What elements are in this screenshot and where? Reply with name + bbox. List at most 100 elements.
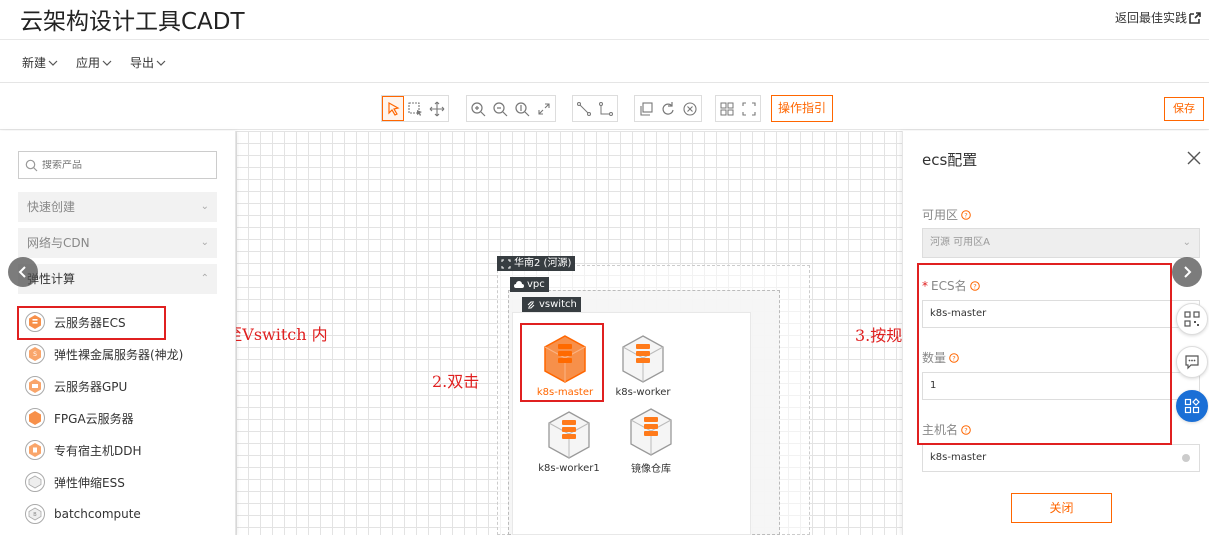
grid-icon <box>720 102 734 115</box>
category-network-cdn[interactable]: 网络与CDN ⌄ <box>18 228 217 258</box>
menu-apply[interactable]: 应用 <box>76 54 112 71</box>
apps-button[interactable] <box>1176 390 1208 422</box>
region-tag[interactable]: 华南2 (河源) <box>497 256 576 271</box>
rotate-icon <box>662 101 674 115</box>
fit-view-button[interactable] <box>533 96 555 121</box>
chevron-left-icon <box>18 266 26 278</box>
rotate-button[interactable] <box>657 96 679 121</box>
product-ddh[interactable]: 专有宿主机DDH <box>24 439 142 461</box>
pointer-tool-button[interactable] <box>382 96 404 121</box>
app-title: 云架构设计工具CADT <box>20 9 245 35</box>
copy-icon <box>640 101 653 116</box>
ecs-server-icon <box>622 335 664 383</box>
product-search-box[interactable] <box>18 151 217 179</box>
zoom-tool-group <box>466 95 556 122</box>
vswitch-tag[interactable]: vswitch <box>522 297 581 312</box>
svg-text:S: S <box>33 351 37 358</box>
vpc-label: vpc <box>527 279 545 290</box>
straight-line-button[interactable] <box>573 96 595 121</box>
ecs-node-k8s-worker[interactable]: k8s-worker <box>603 334 683 398</box>
category-elastic-compute[interactable]: 弹性计算 ⌃ <box>18 264 217 294</box>
clear-icon[interactable] <box>1182 454 1190 462</box>
qrcode-icon <box>1184 311 1200 327</box>
product-batchcompute[interactable]: B batchcompute <box>24 503 141 525</box>
category-quick-create[interactable]: 快速创建 ⌄ <box>18 192 217 222</box>
zone-label-text: 可用区 <box>922 208 959 222</box>
fpga-icon <box>25 408 45 428</box>
chevron-down-icon: ⌄ <box>1182 237 1191 248</box>
category-label: 网络与CDN <box>27 236 90 250</box>
copy-button[interactable] <box>635 96 657 121</box>
category-label: 快速创建 <box>27 200 76 214</box>
product-label: batchcompute <box>54 507 141 521</box>
product-bare-metal[interactable]: S 弹性裸金属服务器(神龙) <box>24 343 183 365</box>
chevron-down-icon <box>48 60 58 66</box>
edit-tool-group <box>634 95 702 122</box>
product-ess[interactable]: 弹性伸缩ESS <box>24 471 125 493</box>
fullscreen-button[interactable] <box>738 96 760 121</box>
grid-toggle-button[interactable] <box>716 96 738 121</box>
zoom-reset-button[interactable] <box>511 96 533 121</box>
hostname-value: k8s-master <box>930 452 987 463</box>
ess-icon <box>25 472 45 492</box>
expand-icon <box>538 102 550 115</box>
box-select-icon <box>408 101 422 116</box>
close-icon[interactable] <box>1186 150 1202 166</box>
save-button[interactable]: 保存 <box>1164 97 1204 121</box>
pan-tool-button[interactable] <box>426 96 448 121</box>
move-icon <box>429 101 445 116</box>
back-to-best-practice-link[interactable]: 返回最佳实践 <box>1115 9 1201 26</box>
product-label: 弹性裸金属服务器(神龙) <box>54 347 184 362</box>
zoom-out-button[interactable] <box>489 96 511 121</box>
chevron-right-icon <box>1184 266 1192 278</box>
zoom-in-button[interactable] <box>467 96 489 121</box>
product-search-input[interactable] <box>42 159 202 171</box>
connector-tool-group <box>572 95 618 122</box>
delete-button[interactable] <box>679 96 701 121</box>
hostname-input[interactable]: k8s-master <box>922 444 1200 472</box>
menu-export[interactable]: 导出 <box>130 54 166 71</box>
chat-icon <box>1185 355 1199 370</box>
product-fpga[interactable]: FPGA云服务器 <box>24 407 134 429</box>
zoom-in-icon <box>471 101 486 116</box>
zone-label: 可用区 ? <box>922 206 971 223</box>
product-gpu[interactable]: 云服务器GPU <box>24 375 127 397</box>
vpc-tag[interactable]: vpc <box>510 277 549 292</box>
fullscreen-icon <box>742 101 756 116</box>
highlight-config-fields <box>917 263 1172 445</box>
box-select-tool-button[interactable] <box>404 96 426 121</box>
help-icon: ? <box>961 209 971 220</box>
menu-export-label: 导出 <box>130 56 155 70</box>
straight-line-icon <box>577 101 591 116</box>
previous-slide-button[interactable] <box>8 257 38 287</box>
menu-new[interactable]: 新建 <box>22 54 58 71</box>
svg-text:?: ? <box>964 211 967 219</box>
close-panel-button[interactable]: 关闭 <box>1011 493 1112 523</box>
region-icon <box>501 259 511 268</box>
ecs-node-image-registry[interactable]: 镜像仓库 <box>611 407 691 475</box>
elbow-line-icon <box>599 101 613 116</box>
ecs-config-panel: ecs配置 可用区 ? 河源 可用区A ⌄ * ECS名 ? k8s-maste… <box>902 131 1209 535</box>
annotation-step-2: 2.双击 <box>432 372 480 391</box>
zoom-out-icon <box>493 101 508 116</box>
ecs-server-icon <box>548 411 590 459</box>
chevron-down-icon <box>102 60 112 66</box>
external-link-icon <box>1189 11 1201 24</box>
node-label: k8s-worker <box>615 387 671 398</box>
operation-guide-button[interactable]: 操作指引 <box>771 95 834 122</box>
select-tool-group <box>381 95 449 122</box>
delete-icon <box>683 101 697 116</box>
vswitch-icon <box>527 301 535 308</box>
next-slide-button[interactable] <box>1172 257 1202 287</box>
bare-metal-icon: S <box>25 344 45 364</box>
cloud-icon <box>514 280 524 288</box>
ecs-server-icon <box>630 408 672 456</box>
apps-icon <box>1184 398 1200 414</box>
ecs-node-k8s-worker1[interactable]: k8s-worker1 <box>529 410 609 474</box>
qrcode-button[interactable] <box>1176 303 1208 335</box>
cadt-app: 云架构设计工具CADT 返回最佳实践 新建 应用 导出 操作指引 保存 华南2 … <box>0 0 1209 535</box>
node-label: k8s-worker1 <box>538 463 600 474</box>
feedback-button[interactable] <box>1176 346 1208 378</box>
zone-select[interactable]: 河源 可用区A ⌄ <box>922 228 1200 258</box>
elbow-line-button[interactable] <box>595 96 617 121</box>
